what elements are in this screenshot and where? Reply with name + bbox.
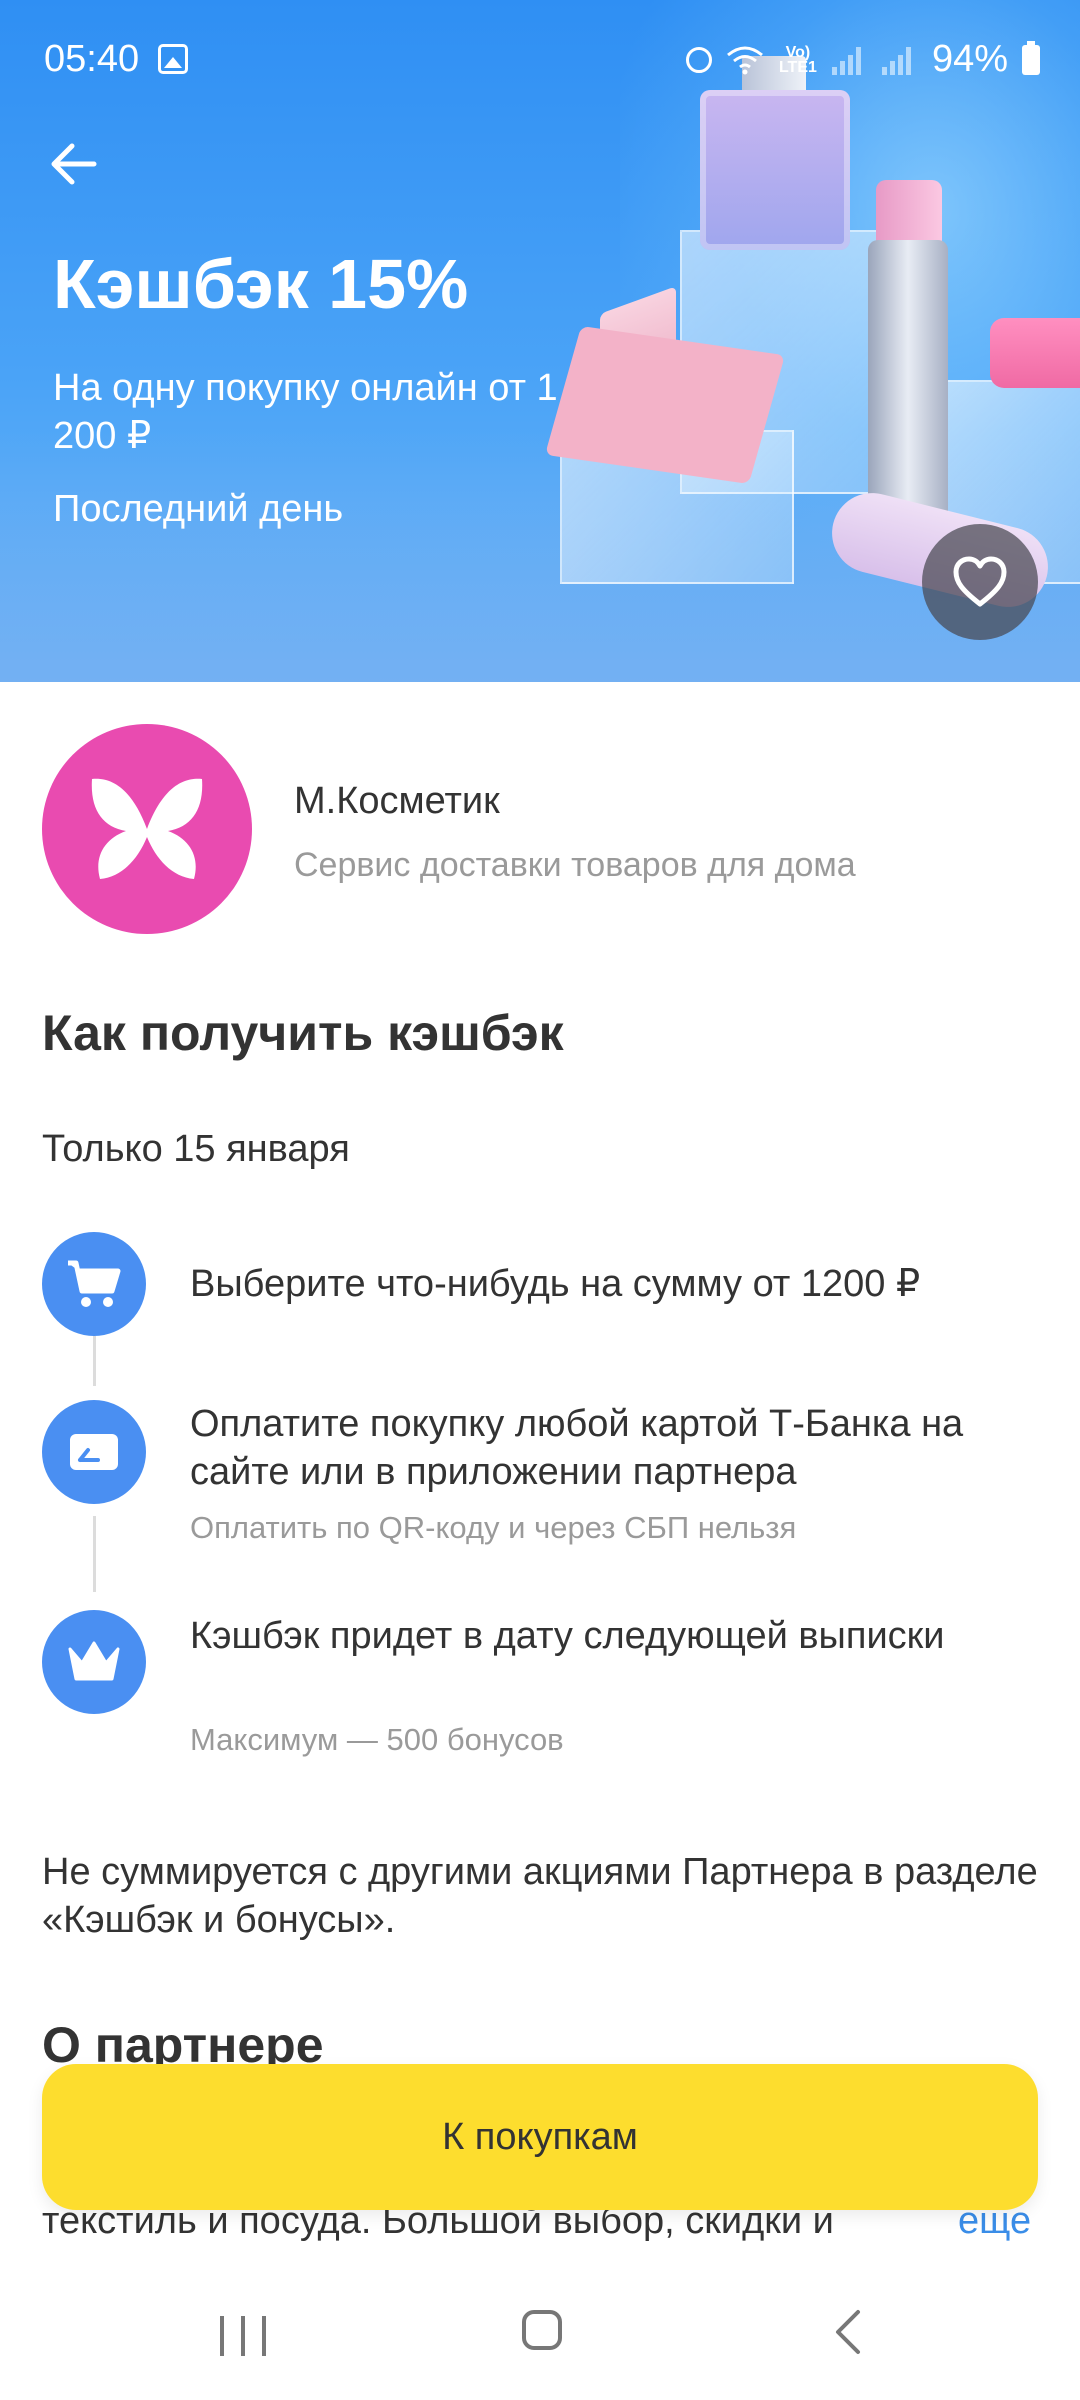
recent-apps-button[interactable] bbox=[220, 2316, 266, 2356]
partner-description: Сервис доставки товаров для дома bbox=[294, 846, 856, 884]
alarm-icon bbox=[685, 46, 712, 73]
cashback-condition: На одну покупку онлайн от 1 200 ₽ bbox=[53, 367, 558, 457]
cashback-title: Кэшбэк 15% bbox=[53, 245, 469, 323]
step-3-badge bbox=[42, 1610, 146, 1714]
cream-jar-image bbox=[990, 318, 1080, 388]
terms-note: Не суммируется с другими акциями Партнер… bbox=[42, 1851, 1038, 1941]
go-shopping-button[interactable]: К покупкам bbox=[42, 2064, 1038, 2210]
partner-logo[interactable] bbox=[42, 724, 252, 934]
system-back-button[interactable] bbox=[828, 2308, 868, 2356]
home-button[interactable] bbox=[522, 2310, 562, 2350]
card-icon bbox=[70, 1434, 118, 1470]
back-arrow-icon[interactable] bbox=[44, 134, 104, 194]
system-navigation-bar bbox=[0, 2260, 1080, 2400]
step-3-text: Кэшбэк придет в дату следующей выписки bbox=[190, 1615, 945, 1657]
deadline-label: Последний день bbox=[53, 488, 344, 530]
crown-icon bbox=[68, 1641, 120, 1681]
gallery-icon bbox=[158, 44, 188, 74]
step-connector bbox=[93, 1516, 96, 1592]
butterfly-logo-icon bbox=[91, 778, 203, 879]
step-1-text: Выберите что-нибудь на сумму от 1200 ₽ bbox=[190, 1263, 921, 1305]
battery-icon bbox=[1022, 40, 1040, 75]
step-2-badge bbox=[42, 1400, 146, 1504]
step-1-badge bbox=[42, 1232, 146, 1336]
signal-icon bbox=[881, 45, 918, 75]
how-to-title: Как получить кэшбэк bbox=[42, 1005, 564, 1061]
cart-icon bbox=[68, 1260, 121, 1307]
wifi-icon bbox=[726, 46, 763, 74]
date-note: Только 15 января bbox=[42, 1128, 350, 1170]
promo-hero-banner: 05:40 Vo) LTE1 94% Кэшбэк 15% На одну пок… bbox=[0, 0, 1080, 682]
volte-icon: Vo) LTE1 bbox=[778, 43, 817, 76]
step-2-note: Оплатить по QR-коду и через СБП нельзя bbox=[190, 1510, 797, 1545]
step-2-text: Оплатите покупку любой картой Т-Банка на… bbox=[190, 1403, 964, 1493]
step-connector bbox=[93, 1336, 96, 1386]
step-3-note: Максимум — 500 бонусов bbox=[190, 1722, 564, 1757]
status-time: 05:40 bbox=[44, 38, 140, 80]
battery-percent: 94% bbox=[931, 38, 1008, 80]
signal-icon bbox=[831, 45, 868, 75]
status-icons: Vo) LTE1 94% bbox=[685, 38, 1040, 81]
favorite-button[interactable] bbox=[922, 524, 1038, 640]
status-bar: 05:40 Vo) LTE1 94% bbox=[0, 0, 1080, 120]
heart-icon bbox=[953, 556, 1007, 607]
partner-name: М.Косметик bbox=[294, 780, 500, 822]
